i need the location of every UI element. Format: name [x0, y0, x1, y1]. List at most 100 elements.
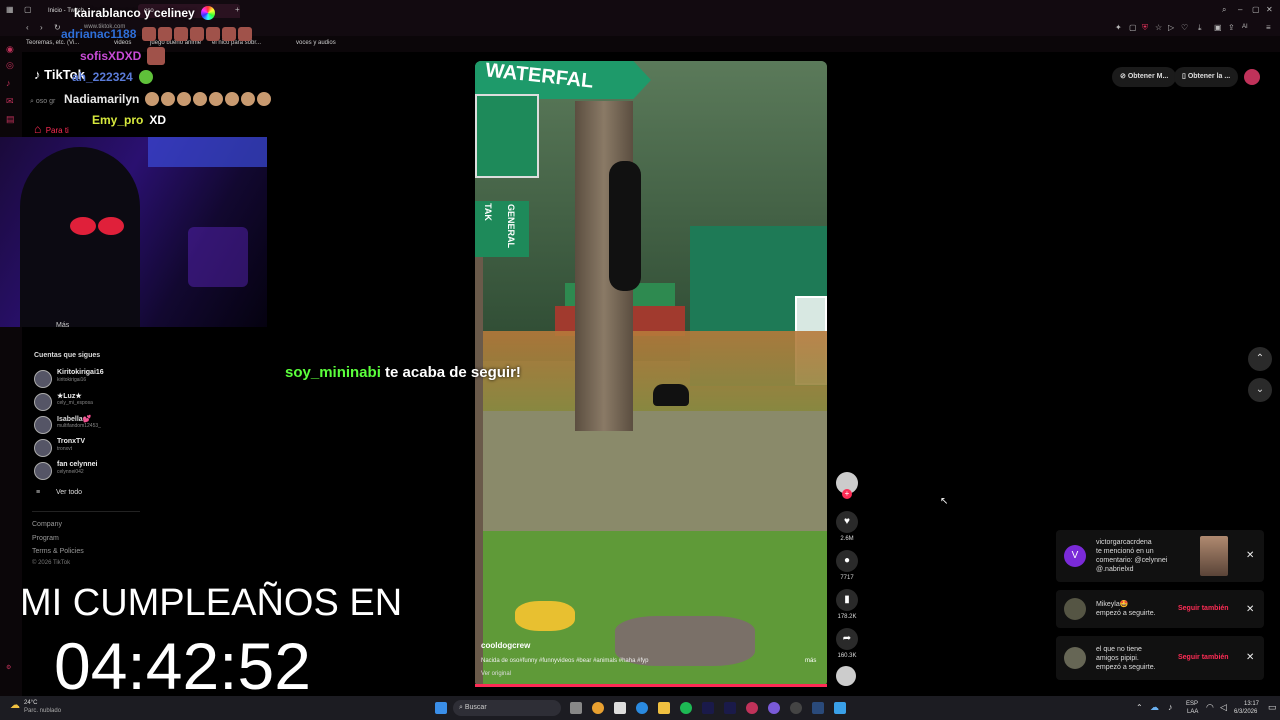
maximize-icon[interactable]: ▢ — [1252, 5, 1260, 14]
video-player[interactable]: WATERFAL TAK GENERAL cooldogcrew Nacida … — [475, 61, 827, 687]
obs-icon[interactable] — [790, 702, 802, 714]
notification-follow[interactable]: Mikeyla🤩 empezó a seguirte. Seguir tambi… — [1056, 590, 1264, 628]
list-icon: ≡ — [36, 489, 41, 496]
play-icon[interactable]: ▷ — [1168, 23, 1174, 32]
previous-video-button[interactable]: ⌃ — [1248, 347, 1272, 371]
taskbar-search[interactable]: ⌕ Buscar — [453, 700, 561, 716]
avatar — [34, 416, 52, 434]
close-icon[interactable]: ✕ — [1246, 550, 1254, 561]
forward-icon[interactable]: › — [40, 23, 43, 32]
menu-icon[interactable]: ≡ — [1266, 23, 1271, 32]
chat-username: sofisXDXD — [80, 49, 142, 63]
copilot-icon[interactable] — [592, 702, 604, 714]
save-button[interactable]: ▮ 178.2K — [836, 589, 858, 620]
download-icon[interactable]: ⤓ — [1198, 23, 1202, 33]
photos-icon[interactable] — [834, 702, 846, 714]
sound-link[interactable]: Ver original — [481, 671, 511, 677]
start-icon[interactable] — [435, 702, 447, 714]
see-all-link[interactable]: ≡ Ver todo — [36, 489, 82, 496]
opera-icon[interactable] — [746, 702, 758, 714]
gravel-path — [475, 411, 827, 541]
bookmark-item[interactable]: voces y audios — [296, 40, 336, 46]
premiere-icon[interactable] — [724, 702, 736, 714]
music-disc-button[interactable] — [836, 666, 858, 686]
follow-back-button[interactable]: Seguir también — [1178, 605, 1229, 612]
follow-plus-icon[interactable]: + — [842, 489, 852, 499]
comment-button[interactable]: ● 7717 — [836, 550, 858, 581]
language-code[interactable]: ESP — [1186, 701, 1198, 707]
onedrive-icon[interactable]: ☁ — [1150, 702, 1159, 713]
sidebar-item-for-you[interactable]: ⌂ Para ti — [34, 122, 69, 136]
chat-username: ah_222324 — [72, 70, 133, 84]
new-tab-button[interactable]: + — [235, 5, 240, 14]
next-video-button[interactable]: ⌄ — [1248, 378, 1272, 402]
mail-icon[interactable]: ✉ — [6, 96, 14, 107]
footer-link[interactable]: Program — [32, 535, 59, 542]
following-title: Cuentas que sigues — [34, 352, 101, 359]
notification-thumbnail[interactable] — [1200, 536, 1228, 576]
get-app-button[interactable]: ⊘ Obtener M... — [1112, 67, 1177, 87]
shield-icon[interactable]: ⛨ — [1142, 23, 1148, 33]
like-button[interactable]: ♥ 2.6M — [836, 511, 858, 542]
pin-icon[interactable]: ✦ — [1115, 23, 1122, 32]
file-explorer-icon[interactable] — [658, 702, 670, 714]
creator-avatar-button[interactable]: + — [836, 472, 858, 499]
birthday-label: MI CUMPLEAÑOS EN — [20, 582, 403, 624]
video-progress-bar[interactable] — [475, 684, 827, 687]
clock-date[interactable]: 6/3/2026 — [1234, 709, 1257, 715]
after-effects-icon[interactable] — [702, 702, 714, 714]
avatar — [34, 439, 52, 457]
wifi-icon[interactable]: ◠ — [1206, 702, 1214, 713]
weather-temp[interactable]: 24°C — [24, 700, 37, 706]
notification-mention[interactable]: V victorgarcacrdena te mencionó en un co… — [1056, 530, 1264, 582]
share-button[interactable]: ➦ 160.3K — [836, 628, 858, 659]
ai-button[interactable]: AI — [1242, 24, 1248, 30]
store-icon[interactable] — [614, 702, 626, 714]
copy-icon[interactable]: ▢ — [1129, 23, 1137, 32]
heart-icon[interactable]: ♡ — [1181, 23, 1188, 32]
notification-user: el que no tiene — [1096, 646, 1142, 653]
get-desktop-button[interactable]: ▯ Obtener la ... — [1174, 67, 1239, 87]
settings-icon[interactable]: ⚙ — [6, 664, 11, 671]
language-variant[interactable]: LAA — [1187, 709, 1198, 715]
reload-icon[interactable]: ↻ — [54, 23, 61, 32]
search-tabs-icon[interactable]: ⌕ — [1222, 5, 1226, 15]
minimize-icon[interactable]: – — [1238, 5, 1242, 14]
chat-icon[interactable]: ▤ — [6, 114, 15, 125]
tiktok-icon[interactable]: ♪ — [6, 78, 11, 88]
spotify-icon[interactable] — [680, 702, 692, 714]
volume-icon[interactable]: ♪ — [1168, 702, 1173, 712]
back-icon[interactable]: ‹ — [26, 23, 29, 32]
close-icon[interactable]: ✕ — [1246, 652, 1254, 663]
speaker-icon[interactable]: ◁ — [1220, 702, 1227, 713]
close-window-icon[interactable]: ✕ — [1266, 5, 1273, 14]
comment-icon: ● — [836, 550, 858, 572]
weather-desc: Parc. nublado — [24, 708, 62, 714]
workspace-icon[interactable]: ▦ — [6, 5, 14, 14]
instagram-icon[interactable]: ◎ — [6, 60, 14, 71]
edge-icon[interactable] — [636, 702, 648, 714]
emote — [241, 92, 256, 106]
profile-avatar[interactable] — [1244, 69, 1260, 85]
share-icon[interactable]: ⇪ — [1228, 23, 1235, 32]
extensions-icon[interactable]: ▣ — [1214, 23, 1222, 32]
close-icon[interactable]: ✕ — [1246, 604, 1254, 615]
emote — [147, 47, 166, 65]
bookmark-icon[interactable]: ☆ — [1155, 23, 1162, 32]
notification-user: Mikeyla🤩 — [1096, 601, 1129, 608]
tray-expand-icon[interactable]: ⌃ — [1136, 703, 1143, 712]
sidebar-item-more[interactable]: Más — [56, 322, 69, 329]
follow-back-button[interactable]: Seguir también — [1178, 654, 1229, 661]
discord-icon[interactable] — [768, 702, 780, 714]
clock-time[interactable]: 13:17 — [1244, 701, 1259, 707]
footer-link[interactable]: Company — [32, 521, 62, 528]
footer-link[interactable]: Terms & Policies — [32, 548, 84, 555]
notification-follow[interactable]: el que no tiene amigos pipipi. empezó a … — [1056, 636, 1264, 680]
twitch-icon[interactable]: ◉ — [6, 44, 14, 55]
tabs-icon[interactable]: ▢ — [24, 5, 32, 14]
steam-icon[interactable] — [812, 702, 824, 714]
more-caption-link[interactable]: más — [805, 658, 816, 664]
task-view-icon[interactable] — [570, 702, 582, 714]
notifications-icon[interactable]: ▭ — [1268, 702, 1277, 713]
video-author[interactable]: cooldogcrew — [481, 641, 530, 650]
